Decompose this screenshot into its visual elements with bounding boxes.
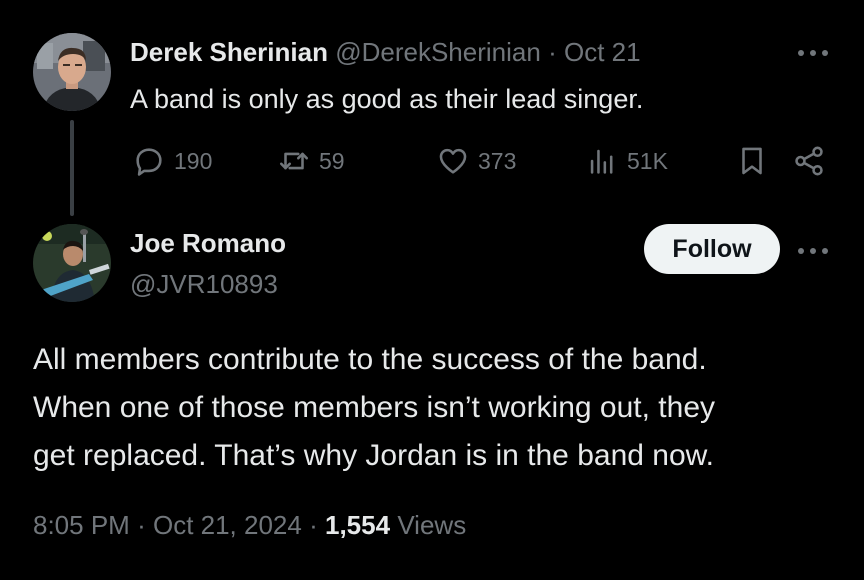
avatar-image bbox=[33, 33, 111, 111]
parent-more-icon[interactable] bbox=[796, 45, 830, 56]
tweet-date[interactable]: Oct 21, 2024 bbox=[153, 510, 302, 540]
share-icon bbox=[795, 146, 823, 176]
meta-separator: · bbox=[137, 510, 146, 540]
retweet-button[interactable]: 59 bbox=[277, 144, 345, 178]
reply-author-name[interactable]: Joe Romano bbox=[130, 227, 286, 259]
reply-count: 190 bbox=[174, 147, 213, 174]
like-button[interactable]: 373 bbox=[436, 144, 516, 178]
reply-text-line: When one of those members isn’t working … bbox=[33, 391, 716, 424]
tweet-time[interactable]: 8:05 PM bbox=[33, 510, 130, 540]
parent-author-name[interactable]: Derek Sherinian bbox=[130, 37, 328, 67]
header-separator: · bbox=[548, 37, 557, 67]
avatar-joe-romano[interactable] bbox=[33, 224, 111, 302]
reply-text-line: All members contribute to the success of… bbox=[33, 343, 707, 376]
retweet-count: 59 bbox=[319, 147, 345, 174]
tweet-views-label: Views bbox=[397, 510, 467, 540]
bookmark-button[interactable] bbox=[735, 144, 769, 178]
parent-author-handle[interactable]: @DerekSherinian bbox=[335, 37, 541, 67]
reply-more-icon[interactable] bbox=[796, 243, 830, 254]
follow-button[interactable]: Follow bbox=[644, 224, 780, 274]
views-button[interactable]: 51K bbox=[585, 144, 668, 178]
parent-tweet-date[interactable]: Oct 21 bbox=[564, 37, 641, 67]
bookmark-icon bbox=[742, 147, 762, 175]
retweet-icon bbox=[279, 152, 309, 170]
reply-button[interactable]: 190 bbox=[132, 144, 212, 178]
like-count: 373 bbox=[478, 147, 517, 174]
reply-text-line: get replaced. That’s why Jordan is in th… bbox=[33, 439, 714, 472]
tweet-meta: 8:05 PM · Oct 21, 2024 · 1,554 Views bbox=[33, 508, 466, 542]
views-count: 51K bbox=[627, 147, 668, 174]
tweet-views-count: 1,554 bbox=[325, 510, 391, 540]
like-icon bbox=[439, 148, 467, 174]
reply-tweet-text: All members contribute to the success of… bbox=[33, 336, 843, 480]
parent-tweet-text: A band is only as good as their lead sin… bbox=[130, 84, 644, 114]
reply-author-handle[interactable]: @JVR10893 bbox=[130, 268, 278, 300]
meta-separator: · bbox=[309, 510, 318, 540]
avatar-image bbox=[33, 224, 111, 302]
views-icon bbox=[590, 149, 613, 174]
reply-icon bbox=[136, 148, 162, 176]
share-button[interactable] bbox=[792, 144, 826, 178]
avatar-derek-sherinian[interactable] bbox=[33, 33, 111, 111]
thread-connector-line bbox=[70, 120, 74, 216]
parent-tweet-header: Derek Sherinian @DerekSherinian · Oct 21 bbox=[130, 36, 641, 68]
